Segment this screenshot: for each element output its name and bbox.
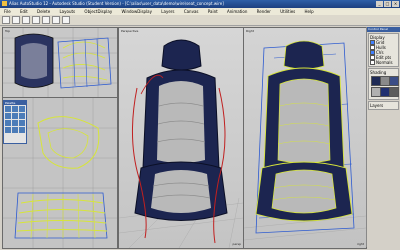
curve-icon[interactable] <box>42 16 50 24</box>
viewport-label: Top <box>5 29 11 33</box>
menu-layers[interactable]: Layers <box>161 9 174 14</box>
surface-icon[interactable] <box>52 16 60 24</box>
menu-file[interactable]: File <box>4 9 11 14</box>
checkbox[interactable] <box>370 60 375 65</box>
palette-tool-icon[interactable] <box>12 127 18 133</box>
viewport-label: Right <box>246 29 254 33</box>
toggle-label: Normals <box>376 60 393 65</box>
pick-icon[interactable] <box>2 16 10 24</box>
palette-tool-icon[interactable] <box>19 106 25 112</box>
close-button[interactable]: × <box>392 1 399 7</box>
palette-tool-icon[interactable] <box>12 113 18 119</box>
palette-tool-icon[interactable] <box>5 120 11 126</box>
scale-icon[interactable] <box>32 16 40 24</box>
menu-windowdisplay[interactable]: WindowDisplay <box>121 9 152 14</box>
display-section: Display Grid Hulls CVs Edit pts Normals <box>368 33 399 67</box>
menu-delete[interactable]: Delete <box>37 9 50 14</box>
menu-canvas[interactable]: Canvas <box>184 9 199 14</box>
control-panel-title: Control Panel <box>367 27 400 32</box>
viewport-label: Perspective <box>121 29 139 33</box>
viewport-right[interactable]: Right right <box>243 27 367 249</box>
menu-layouts[interactable]: Layouts <box>59 9 75 14</box>
maximize-button[interactable]: □ <box>384 1 391 7</box>
tool-palette[interactable]: Palette <box>3 100 27 144</box>
palette-tool-icon[interactable] <box>19 113 25 119</box>
palette-tool-icon[interactable] <box>5 113 11 119</box>
menu-animation[interactable]: Animation <box>227 9 247 14</box>
section-title: Layers <box>370 103 384 108</box>
shading-section: Shading <box>368 68 399 100</box>
title-bar: Alias AutoStudio 12 - Autodesk Studio (S… <box>0 0 400 8</box>
control-panel: Control Panel Display Grid Hulls CVs Edi… <box>366 27 400 247</box>
shader-swatches <box>370 75 399 98</box>
menu-paint[interactable]: Paint <box>208 9 218 14</box>
camera-label: persp <box>232 242 241 246</box>
menu-edit[interactable]: Edit <box>20 9 28 14</box>
palette-tool-icon[interactable] <box>5 127 11 133</box>
window-title: Alias AutoStudio 12 - Autodesk Studio (S… <box>9 1 224 6</box>
menu-bar: File Edit Delete Layouts ObjectDisplay W… <box>0 8 400 15</box>
render-icon[interactable] <box>62 16 70 24</box>
seat-render <box>119 39 243 248</box>
menu-utilities[interactable]: Utilities <box>280 9 295 14</box>
camera-label: right <box>356 242 364 246</box>
shader-swatch[interactable] <box>389 87 399 97</box>
menu-help[interactable]: Help <box>305 9 314 14</box>
seat-wireframe-render <box>244 40 366 241</box>
app-icon <box>2 1 7 6</box>
shader-swatch[interactable] <box>389 76 399 86</box>
toggle-row[interactable]: Normals <box>370 60 397 65</box>
viewport-perspective[interactable]: Perspective persp <box>118 27 244 249</box>
palette-tool-icon[interactable] <box>19 127 25 133</box>
viewport-top[interactable]: Top <box>2 27 118 98</box>
move-icon[interactable] <box>12 16 20 24</box>
top-view-wireframe <box>3 28 117 97</box>
shelf-toolbar <box>0 15 400 26</box>
rotate-icon[interactable] <box>22 16 30 24</box>
palette-tool-icon[interactable] <box>12 120 18 126</box>
palette-tool-icon[interactable] <box>19 120 25 126</box>
minimize-button[interactable]: _ <box>376 1 383 7</box>
palette-tool-icon[interactable] <box>12 106 18 112</box>
layers-section: Layers <box>368 101 399 110</box>
palette-tool-icon[interactable] <box>5 106 11 112</box>
menu-render[interactable]: Render <box>257 9 271 14</box>
menu-objectdisplay[interactable]: ObjectDisplay <box>84 9 112 14</box>
